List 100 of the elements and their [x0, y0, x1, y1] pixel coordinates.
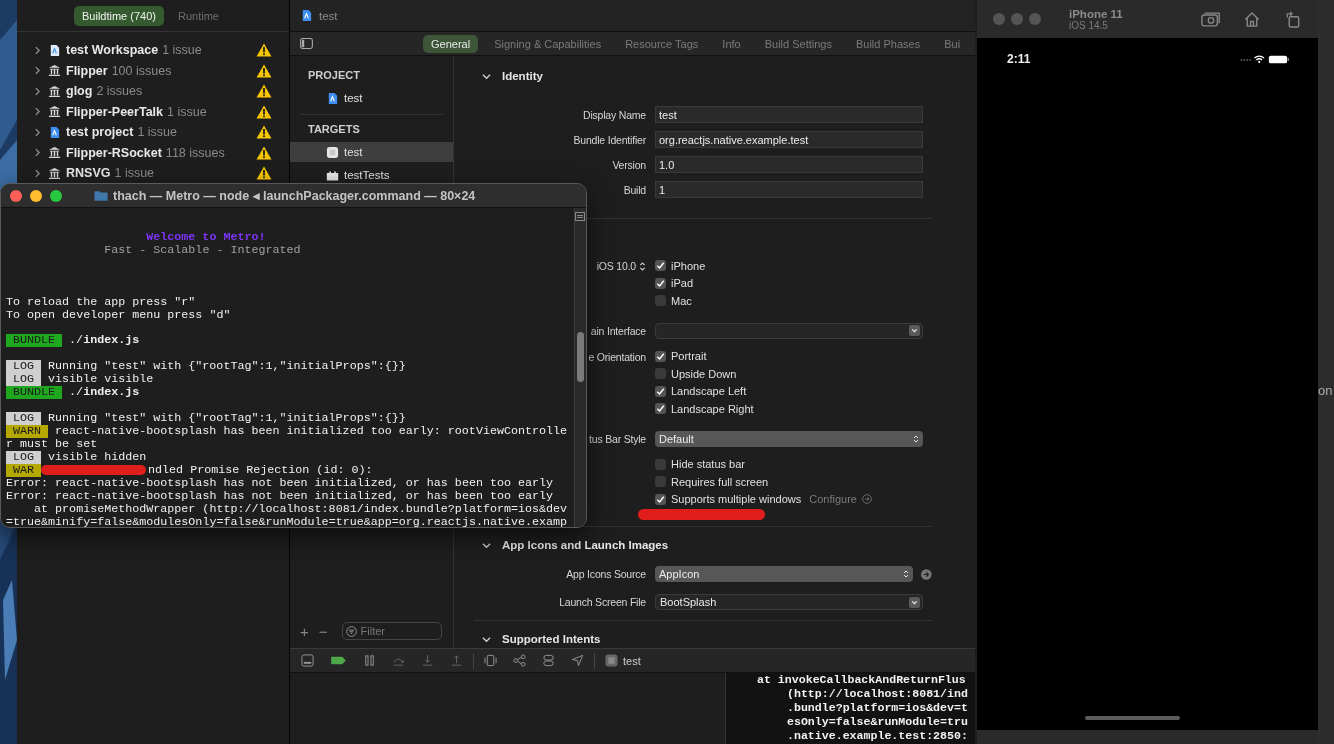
section-title: Identity — [502, 70, 543, 82]
issue-group-name[interactable]: RNSVG — [66, 166, 111, 181]
document-icon — [300, 9, 313, 22]
terminal-line: Running "test" with {"rootTag":1,"initialProps":{}} — [48, 360, 406, 374]
remove-button[interactable]: − — [318, 622, 328, 640]
dropdown[interactable]: AppIcon — [655, 566, 914, 582]
add-button[interactable]: + — [300, 622, 309, 640]
console-line: .native.example.test:2850: — [786, 729, 969, 743]
editor-tab[interactable]: Build Phases — [847, 34, 929, 53]
checkbox[interactable] — [655, 385, 666, 397]
breakpoint-icon[interactable] — [330, 655, 347, 666]
issue-group-name[interactable]: test project — [66, 125, 134, 140]
field-label: tus Bar Style — [588, 432, 647, 445]
checkbox[interactable] — [655, 458, 666, 470]
zoom-button[interactable] — [50, 189, 62, 202]
field-label: Version — [611, 158, 647, 171]
arrow-circle-icon[interactable] — [861, 494, 872, 505]
field-label: App Icons Source — [565, 568, 647, 580]
dropdown[interactable]: Default — [655, 430, 923, 447]
checkbox[interactable] — [655, 368, 666, 380]
checkbox-label: Upside Down — [671, 367, 737, 380]
checkbox[interactable] — [655, 295, 666, 307]
checkbox[interactable] — [655, 260, 666, 272]
issue-count: 118 issues — [165, 145, 225, 160]
filter-field[interactable]: Filter — [341, 622, 442, 640]
field-label: iOS 10.0 — [596, 260, 636, 273]
up-down-arrows-icon[interactable] — [913, 433, 919, 444]
terminal-line: react-native-bootsplash has been initialized too early: rootViewControlle — [55, 425, 568, 438]
console-line: at invokeCallbackAndReturnFlus — [757, 673, 967, 687]
screenshot-icon[interactable] — [1201, 10, 1221, 28]
issue-group-name[interactable]: Flipper-PeerTalk — [66, 104, 164, 119]
terminal-line: r must be set — [6, 437, 98, 451]
device-name: iPhone 11 — [1069, 7, 1123, 20]
segment-tab[interactable]: Buildtime (740) — [74, 5, 164, 26]
warning-icon — [256, 63, 272, 78]
folder-icon — [94, 189, 108, 202]
checkbox[interactable] — [655, 493, 666, 505]
checkbox-label: Landscape Left — [671, 385, 747, 398]
target-item[interactable]: testTests — [290, 165, 453, 185]
toggles-icon[interactable] — [542, 654, 555, 667]
issue-count: 2 issues — [96, 84, 143, 99]
banner-subtitle: Fast - Scalable - Integrated — [103, 243, 301, 257]
checkbox-label: Portrait — [671, 350, 707, 363]
console-toggle-icon[interactable] — [301, 654, 314, 667]
location-icon[interactable] — [571, 654, 584, 667]
text-field[interactable]: 1.0 — [655, 156, 923, 173]
filter-icon — [345, 625, 357, 637]
close-button[interactable] — [10, 189, 22, 202]
checkbox[interactable] — [655, 403, 666, 415]
pause-icon[interactable] — [363, 654, 376, 667]
stepper-icon[interactable] — [639, 260, 646, 272]
chevron-down-icon[interactable] — [482, 71, 491, 81]
checkbox[interactable] — [655, 476, 666, 488]
up-down-arrows-icon[interactable] — [903, 569, 910, 579]
chevron-down-icon[interactable] — [482, 540, 491, 550]
scrollbar-thumb[interactable] — [577, 332, 584, 382]
issue-group-name[interactable]: Flipper — [66, 63, 108, 78]
warning-icon — [256, 84, 272, 99]
checkbox[interactable] — [655, 277, 666, 289]
target-item[interactable]: test — [290, 142, 453, 162]
issue-group-name[interactable]: glog — [66, 84, 93, 99]
checkbox[interactable] — [655, 350, 666, 362]
graph-icon[interactable] — [513, 654, 526, 667]
editor-tab[interactable]: General — [423, 34, 479, 53]
section-heading: PROJECT — [307, 68, 361, 83]
chevron-down-icon[interactable] — [909, 596, 920, 608]
chevron-down-icon[interactable] — [909, 325, 920, 336]
issue-group-name[interactable]: test Workspace — [66, 43, 159, 58]
home-icon[interactable] — [1242, 10, 1262, 28]
issue-group-name[interactable]: Flipper-RSocket — [66, 145, 162, 160]
document-icon — [48, 125, 61, 139]
editor-tab[interactable]: Resource Tags — [617, 34, 707, 53]
text-field[interactable]: org.reactjs.native.example.test — [655, 131, 923, 148]
chevron-right-icon[interactable] — [35, 45, 40, 55]
terminal-line: visible visible — [48, 373, 154, 387]
split-view-icon[interactable] — [575, 212, 585, 221]
log-badge: LOG — [6, 450, 42, 464]
phone-screen[interactable]: 2:11 — [977, 38, 1318, 730]
terminal-line: To open developer menu press "d" — [6, 308, 231, 322]
dropdown[interactable]: BootSplash — [655, 594, 923, 610]
breadcrumb[interactable]: test — [319, 9, 338, 22]
editor-tab[interactable]: Bui — [936, 34, 969, 53]
columns-icon — [48, 64, 61, 78]
sidebar-toggle-icon[interactable] — [300, 38, 313, 49]
warning-icon — [256, 125, 272, 140]
project-item[interactable]: test — [290, 88, 453, 108]
chevron-down-icon[interactable] — [482, 634, 491, 644]
editor-tab[interactable]: Build Settings — [756, 34, 840, 53]
view-hierarchy-icon[interactable] — [484, 654, 497, 667]
text-field[interactable]: 1 — [655, 181, 923, 198]
editor-tab[interactable]: Info — [714, 34, 749, 53]
text-field[interactable]: test — [655, 106, 923, 123]
arrow-circle-icon[interactable] — [921, 568, 932, 580]
document-icon — [326, 91, 339, 105]
columns-icon — [48, 166, 61, 180]
configure-link[interactable]: Configure — [809, 493, 857, 506]
process-name: test — [623, 654, 641, 667]
editor-tab[interactable]: Signing & Capabilities — [486, 34, 610, 53]
terminal-line: To reload the app press "r" — [6, 295, 196, 309]
minimize-button[interactable] — [30, 189, 42, 202]
